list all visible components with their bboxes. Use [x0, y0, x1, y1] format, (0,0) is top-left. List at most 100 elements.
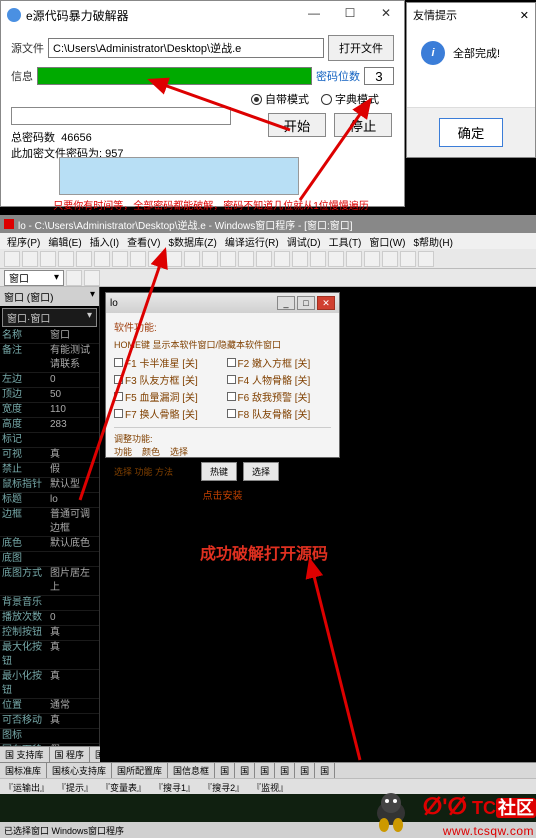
property-row[interactable]: 位置通常 [0, 699, 99, 714]
toolbar-button[interactable] [202, 251, 218, 267]
toolbar-button[interactable] [148, 251, 164, 267]
property-row[interactable]: 边框普通可调边框 [0, 508, 99, 537]
toolbar-button[interactable] [220, 251, 236, 267]
toolbar-button[interactable] [292, 251, 308, 267]
toolbar-button[interactable] [94, 251, 110, 267]
pwd-len-input[interactable] [364, 67, 394, 85]
hack-feature-item[interactable]: F4 人物骨骼 [关] [227, 372, 332, 387]
tab[interactable]: 国 [295, 763, 315, 778]
hack-feature-item[interactable]: F3 队友方框 [关] [114, 372, 219, 387]
open-file-button[interactable]: 打开文件 [328, 35, 394, 61]
tab[interactable]: 国所配置库 [112, 763, 168, 778]
hack-feature-item[interactable]: F8 队友骨骼 [关] [227, 406, 332, 421]
property-row[interactable]: 名称窗口 [0, 329, 99, 344]
toolbar-button[interactable] [58, 251, 74, 267]
menu-item[interactable]: 工具(T) [326, 233, 365, 249]
property-row[interactable]: 禁止假 [0, 463, 99, 478]
source-path-input[interactable] [48, 38, 324, 58]
toolbar-button[interactable] [310, 251, 326, 267]
status-item[interactable]: 『搜寻1』 [154, 781, 195, 792]
toolbar-button[interactable] [238, 251, 254, 267]
sidebar-combo[interactable]: 窗口·窗口▾ [2, 308, 97, 327]
toolbar-button[interactable] [22, 251, 38, 267]
tab[interactable]: 国核心支持库 [47, 763, 112, 778]
status-item[interactable]: 『监视』 [252, 781, 288, 792]
hack-feature-item[interactable]: F5 血量漏洞 [关] [114, 389, 219, 404]
tab[interactable]: 国 [275, 763, 295, 778]
tab[interactable]: 国 [315, 763, 335, 778]
property-row[interactable]: 图标 [0, 729, 99, 744]
toolbar-button[interactable] [274, 251, 290, 267]
menu-item[interactable]: 插入(I) [87, 233, 122, 249]
maximize-button[interactable]: ☐ [332, 1, 368, 25]
menu-item[interactable]: 编译运行(R) [222, 233, 282, 249]
hack-feature-item[interactable]: F6 敌我预警 [关] [227, 389, 332, 404]
property-row[interactable]: 背景音乐 [0, 596, 99, 611]
property-row[interactable]: 播放次数0 [0, 611, 99, 626]
toolbar-button[interactable] [382, 251, 398, 267]
tab[interactable]: 国 [235, 763, 255, 778]
tab[interactable]: 国 程序 [50, 747, 91, 762]
property-row[interactable]: 最大化按钮真 [0, 641, 99, 670]
ide-titlebar[interactable]: lo - C:\Users\Administrator\Desktop\逆战.e… [0, 215, 536, 233]
menu-item[interactable]: 程序(P) [4, 233, 43, 249]
tab[interactable]: 国信息框 [168, 763, 215, 778]
menu-item[interactable]: $帮助(H) [411, 233, 456, 249]
toolbar-button[interactable] [364, 251, 380, 267]
hack-max-button[interactable]: □ [297, 296, 315, 310]
toolbar-button[interactable] [346, 251, 362, 267]
tip-ok-button[interactable]: 确定 [439, 118, 504, 147]
mode-dict-radio[interactable]: 字典模式 [321, 91, 379, 107]
toolbar-button[interactable] [84, 270, 100, 286]
tab[interactable]: 国标准库 [0, 763, 47, 778]
menu-item[interactable]: 窗口(W) [366, 233, 408, 249]
toolbar-button[interactable] [112, 251, 128, 267]
menu-item[interactable]: 查看(V) [124, 233, 163, 249]
property-row[interactable]: 左边0 [0, 373, 99, 388]
tab[interactable]: 国 [215, 763, 235, 778]
property-row[interactable]: 标记 [0, 433, 99, 448]
property-row[interactable]: 备注有能测试请联系 [0, 344, 99, 373]
property-row[interactable]: 鼠标指针默认型 [0, 478, 99, 493]
hack-feature-item[interactable]: F1 卡半准星 [关] [114, 355, 219, 370]
menu-item[interactable]: 编辑(E) [45, 233, 84, 249]
toolbar-button[interactable] [328, 251, 344, 267]
status-item[interactable]: 『搜寻2』 [203, 781, 244, 792]
toolbar-button[interactable] [130, 251, 146, 267]
property-row[interactable]: 宽度110 [0, 403, 99, 418]
install-link[interactable]: 点击安装 [114, 487, 331, 502]
property-row[interactable]: 控制按钮真 [0, 626, 99, 641]
hack-feature-item[interactable]: F2 嫩入方框 [关] [227, 355, 332, 370]
property-row[interactable]: 底色默认底色 [0, 537, 99, 552]
status-item[interactable]: 『变量表』 [101, 781, 146, 792]
start-button[interactable]: 开始 [268, 113, 326, 137]
toolbar-button[interactable] [256, 251, 272, 267]
tip-close-icon[interactable]: ✕ [520, 9, 529, 22]
property-row[interactable]: 可视真 [0, 448, 99, 463]
hotkey-button[interactable]: 热键 [201, 462, 237, 481]
tab[interactable]: 国 [255, 763, 275, 778]
property-row[interactable]: 高度283 [0, 418, 99, 433]
property-row[interactable]: 底图 [0, 552, 99, 567]
tab[interactable]: 国 属性 [90, 747, 100, 762]
mode-self-radio[interactable]: 自带模式 [251, 91, 309, 107]
toolbar-button[interactable] [40, 251, 56, 267]
menu-item[interactable]: $数据库(Z) [165, 233, 219, 249]
toolbar-button[interactable] [400, 251, 416, 267]
property-row[interactable]: 底图方式图片居左上 [0, 567, 99, 596]
hack-min-button[interactable]: _ [277, 296, 295, 310]
hack-close-button[interactable]: ✕ [317, 296, 335, 310]
choose-button[interactable]: 选择 [243, 462, 279, 481]
toolbar-button[interactable] [166, 251, 182, 267]
property-row[interactable]: 最小化按钮真 [0, 670, 99, 699]
close-button[interactable]: ✕ [368, 1, 404, 25]
minimize-button[interactable]: — [296, 1, 332, 25]
property-row[interactable]: 标题lo [0, 493, 99, 508]
status-item[interactable]: 『提示』 [57, 781, 93, 792]
toolbar-button[interactable] [418, 251, 434, 267]
tip-titlebar[interactable]: 友情提示 ✕ [407, 3, 535, 27]
property-row[interactable]: 可否移动真 [0, 714, 99, 729]
toolbar-button[interactable] [76, 251, 92, 267]
toolbar-combo[interactable]: 窗口▾ [4, 270, 64, 286]
hack-titlebar[interactable]: lo _ □ ✕ [106, 293, 339, 313]
